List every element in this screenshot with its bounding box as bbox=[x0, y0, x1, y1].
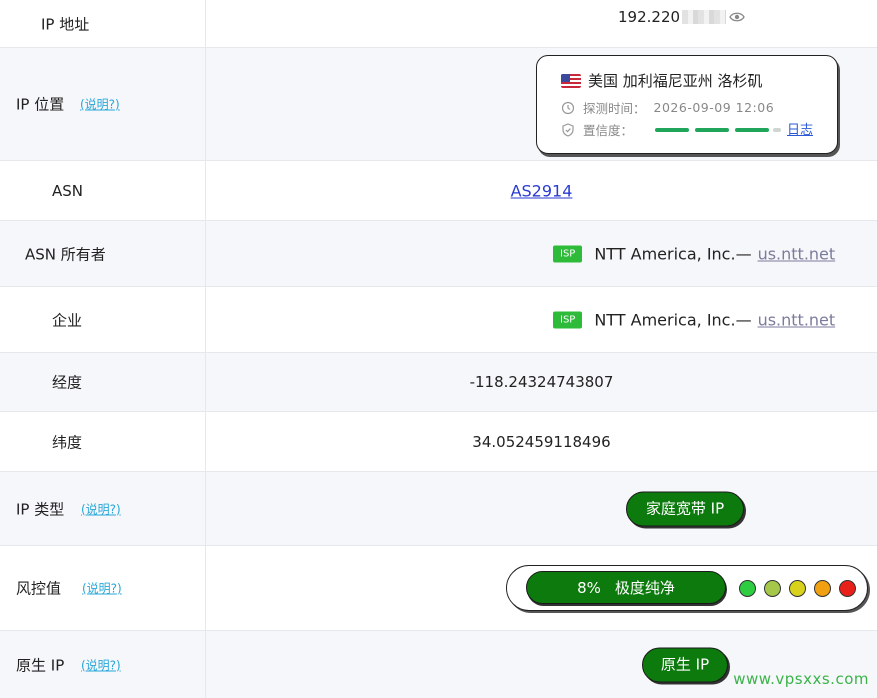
risk-level-dots bbox=[739, 580, 856, 597]
company-link[interactable]: us.ntt.net bbox=[758, 310, 836, 329]
confidence-bar bbox=[655, 127, 782, 132]
risk-text: 极度纯净 bbox=[614, 579, 675, 597]
isp-badge: ISP bbox=[553, 311, 583, 328]
risk-score-help-link[interactable]: (说明?) bbox=[82, 580, 122, 597]
ip-type-badge: 家庭宽带 IP bbox=[626, 491, 744, 526]
row-asn-owner: ASN 所有者 ISP NTT America, Inc.— us.ntt.ne… bbox=[0, 221, 877, 287]
row-risk-score: 风控值 (说明?) 8% 极度纯净 bbox=[0, 546, 877, 631]
company-name: NTT America, Inc.— bbox=[594, 310, 752, 329]
watermark: www.vpsxxs.com bbox=[733, 670, 869, 688]
risk-percent: 8% bbox=[577, 578, 601, 597]
risk-dot bbox=[789, 580, 806, 597]
shield-icon bbox=[562, 122, 574, 137]
clock-icon bbox=[561, 101, 575, 114]
native-ip-help-link[interactable]: (说明?) bbox=[81, 656, 121, 673]
risk-dot bbox=[839, 580, 856, 597]
row-company: 企业 ISP NTT America, Inc.— us.ntt.net bbox=[0, 287, 877, 353]
risk-score-label: 风控值 bbox=[16, 579, 62, 598]
asn-link[interactable]: AS2914 bbox=[511, 181, 573, 200]
log-link[interactable]: 日志 bbox=[787, 119, 813, 138]
latitude-label: 纬度 bbox=[52, 433, 83, 451]
eye-icon[interactable] bbox=[729, 11, 745, 23]
row-ip-address: IP 地址 192.220 bbox=[0, 0, 877, 48]
ip-address-value: 192.220 bbox=[618, 8, 745, 26]
row-ip-location: IP 位置 (说明?) 美国 加利福尼亚州 洛杉矶 探测时间： 2026-09-… bbox=[0, 48, 877, 161]
risk-dot bbox=[764, 580, 781, 597]
row-latitude: 纬度 34.052459118496 bbox=[0, 412, 877, 472]
asn-owner-name: NTT America, Inc.— bbox=[594, 244, 752, 263]
location-card: 美国 加利福尼亚州 洛杉矶 探测时间： 2026-09-09 12:06 置信度… bbox=[536, 55, 838, 154]
longitude-label: 经度 bbox=[52, 373, 83, 392]
asn-owner-label: ASN 所有者 bbox=[25, 245, 106, 263]
risk-dot bbox=[739, 580, 756, 597]
row-asn: ASN AS2914 bbox=[0, 161, 877, 221]
ip-location-label: IP 位置 bbox=[16, 95, 65, 114]
asn-label: ASN bbox=[52, 181, 84, 200]
row-longitude: 经度 -118.24324743807 bbox=[0, 353, 877, 412]
ip-type-label: IP 类型 bbox=[16, 500, 65, 518]
detect-time-value: 2026-09-09 12:06 bbox=[653, 100, 775, 115]
ip-location-help-link[interactable]: (说明?) bbox=[80, 96, 120, 113]
confidence-label: 置信度： bbox=[583, 123, 634, 138]
isp-badge: ISP bbox=[553, 245, 583, 262]
latitude-value: 34.052459118496 bbox=[472, 432, 611, 451]
masked-ip-part bbox=[682, 10, 727, 24]
ip-type-help-link[interactable]: (说明?) bbox=[81, 500, 121, 517]
risk-score-pill: 8% 极度纯净 bbox=[526, 571, 726, 604]
detect-time-label: 探测时间： bbox=[583, 101, 646, 116]
location-place: 美国 加利福尼亚州 洛杉矶 bbox=[588, 72, 763, 90]
risk-score-box: 8% 极度纯净 bbox=[506, 565, 868, 611]
asn-owner-link[interactable]: us.ntt.net bbox=[758, 244, 836, 263]
longitude-value: -118.24324743807 bbox=[469, 373, 614, 391]
native-ip-label: 原生 IP bbox=[16, 656, 65, 674]
risk-dot bbox=[814, 580, 831, 597]
row-ip-type: IP 类型 (说明?) 家庭宽带 IP bbox=[0, 472, 877, 546]
ip-address-label: IP 地址 bbox=[41, 15, 90, 33]
us-flag-icon bbox=[561, 73, 581, 88]
native-ip-badge: 原生 IP bbox=[642, 647, 728, 682]
company-label: 企业 bbox=[52, 311, 83, 329]
